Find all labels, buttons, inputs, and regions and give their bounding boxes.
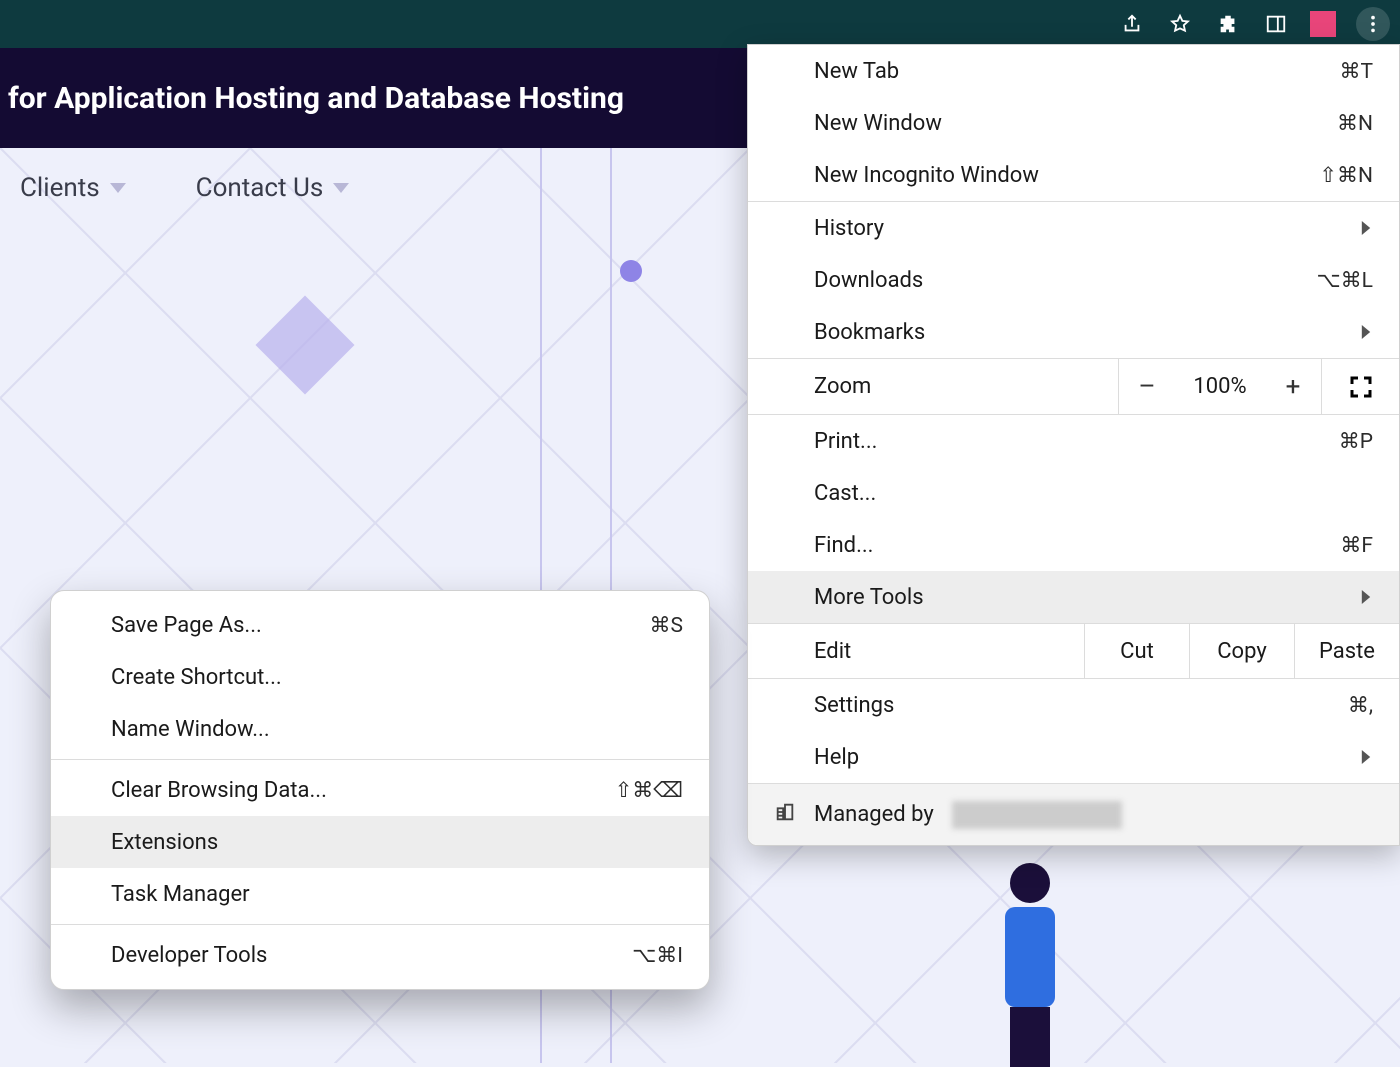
menu-shortcut: ⌘N	[1337, 111, 1373, 136]
nav-contact-us[interactable]: Contact Us	[196, 173, 350, 203]
zoom-out-button[interactable]: –	[1119, 372, 1175, 402]
submenu-extensions[interactable]: Extensions	[51, 816, 709, 868]
menu-label: Zoom	[748, 359, 1118, 414]
menu-label: Settings	[814, 693, 1348, 718]
edit-copy-button[interactable]: Copy	[1189, 624, 1294, 678]
menu-bookmarks[interactable]: Bookmarks	[748, 306, 1399, 358]
fullscreen-button[interactable]	[1321, 359, 1399, 414]
menu-label: Create Shortcut...	[111, 665, 683, 690]
menu-more-tools[interactable]: More Tools	[748, 571, 1399, 623]
share-icon[interactable]	[1118, 10, 1146, 38]
menu-help[interactable]: Help	[748, 731, 1399, 783]
menu-label: Developer Tools	[111, 943, 632, 968]
menu-shortcut: ⌘P	[1339, 429, 1373, 454]
menu-shortcut: ⌘T	[1339, 59, 1373, 84]
menu-label: New Window	[814, 111, 1337, 136]
extensions-icon[interactable]	[1214, 10, 1242, 38]
submenu-create-shortcut[interactable]: Create Shortcut...	[51, 651, 709, 703]
chevron-right-icon	[1359, 745, 1373, 770]
chrome-menu-button[interactable]	[1356, 7, 1390, 41]
building-icon	[774, 801, 796, 829]
sidepanel-icon[interactable]	[1262, 10, 1290, 38]
menu-zoom-row: Zoom – 100% +	[748, 358, 1399, 414]
chrome-main-menu: New Tab ⌘T New Window ⌘N New Incognito W…	[747, 44, 1400, 846]
menu-label: Help	[814, 745, 1359, 770]
menu-label: History	[814, 216, 1359, 241]
menu-print[interactable]: Print... ⌘P	[748, 415, 1399, 467]
menu-label: Extensions	[111, 830, 683, 855]
submenu-developer-tools[interactable]: Developer Tools ⌥⌘I	[51, 929, 709, 981]
profile-avatar[interactable]	[1310, 11, 1336, 37]
menu-separator	[51, 759, 709, 760]
menu-new-window[interactable]: New Window ⌘N	[748, 97, 1399, 149]
decor-dot	[620, 260, 642, 282]
zoom-value: 100%	[1175, 374, 1265, 399]
nav-label: Clients	[20, 173, 100, 203]
menu-find[interactable]: Find... ⌘F	[748, 519, 1399, 571]
managed-prefix: Managed by	[814, 802, 934, 827]
menu-label: Name Window...	[111, 717, 683, 742]
chevron-right-icon	[1359, 320, 1373, 345]
browser-toolbar	[0, 0, 1400, 48]
menu-managed-by[interactable]: Managed by	[748, 783, 1399, 845]
menu-label: Downloads	[814, 268, 1316, 293]
nav-clients[interactable]: Clients	[20, 173, 126, 203]
submenu-save-page-as[interactable]: Save Page As... ⌘S	[51, 599, 709, 651]
managed-org-redacted	[952, 801, 1122, 829]
menu-shortcut: ⇧⌘N	[1319, 163, 1373, 188]
submenu-name-window[interactable]: Name Window...	[51, 703, 709, 755]
zoom-in-button[interactable]: +	[1265, 372, 1321, 402]
menu-label: Clear Browsing Data...	[111, 778, 615, 803]
menu-label: Bookmarks	[814, 320, 1359, 345]
menu-settings[interactable]: Settings ⌘,	[748, 679, 1399, 731]
nav-label: Contact Us	[196, 173, 324, 203]
edit-cut-button[interactable]: Cut	[1084, 624, 1189, 678]
menu-label: New Tab	[814, 59, 1339, 84]
star-icon[interactable]	[1166, 10, 1194, 38]
menu-label: Save Page As...	[111, 613, 650, 638]
edit-paste-button[interactable]: Paste	[1294, 624, 1399, 678]
submenu-clear-browsing-data[interactable]: Clear Browsing Data... ⇧⌘⌫	[51, 764, 709, 816]
menu-label: Cast...	[814, 481, 1373, 506]
illustration-person	[980, 863, 1080, 1063]
menu-shortcut: ⌘S	[650, 613, 683, 638]
menu-label: More Tools	[814, 585, 1359, 610]
menu-label: Task Manager	[111, 882, 683, 907]
menu-shortcut: ⌥⌘I	[632, 943, 683, 968]
menu-label: Edit	[748, 624, 1084, 678]
menu-label: Print...	[814, 429, 1339, 454]
chevron-down-icon	[333, 183, 349, 193]
menu-separator	[51, 924, 709, 925]
menu-shortcut: ⌥⌘L	[1316, 268, 1373, 293]
banner-text: for Application Hosting and Database Hos…	[8, 81, 624, 116]
menu-shortcut: ⌘,	[1348, 693, 1373, 718]
menu-downloads[interactable]: Downloads ⌥⌘L	[748, 254, 1399, 306]
menu-new-incognito[interactable]: New Incognito Window ⇧⌘N	[748, 149, 1399, 201]
menu-shortcut: ⇧⌘⌫	[615, 778, 683, 803]
menu-label: New Incognito Window	[814, 163, 1319, 188]
menu-shortcut: ⌘F	[1340, 533, 1373, 558]
menu-cast[interactable]: Cast...	[748, 467, 1399, 519]
menu-edit-row: Edit Cut Copy Paste	[748, 623, 1399, 679]
chevron-right-icon	[1359, 216, 1373, 241]
menu-history[interactable]: History	[748, 202, 1399, 254]
chevron-down-icon	[110, 183, 126, 193]
menu-new-tab[interactable]: New Tab ⌘T	[748, 45, 1399, 97]
more-tools-submenu: Save Page As... ⌘S Create Shortcut... Na…	[50, 590, 710, 990]
chevron-right-icon	[1359, 585, 1373, 610]
submenu-task-manager[interactable]: Task Manager	[51, 868, 709, 920]
menu-label: Find...	[814, 533, 1340, 558]
